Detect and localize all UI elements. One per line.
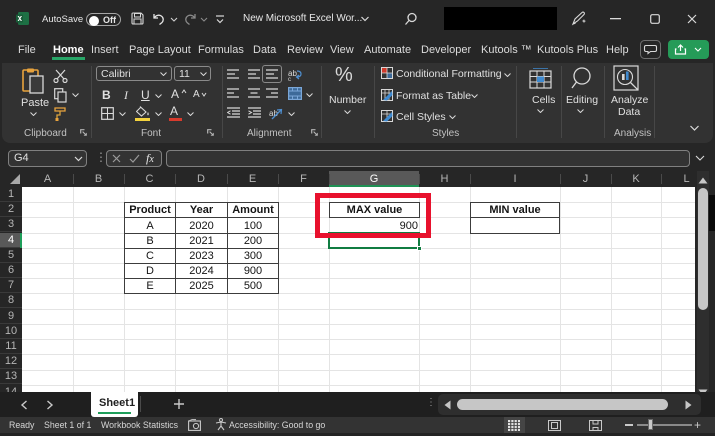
svg-text:c: c (288, 77, 291, 81)
